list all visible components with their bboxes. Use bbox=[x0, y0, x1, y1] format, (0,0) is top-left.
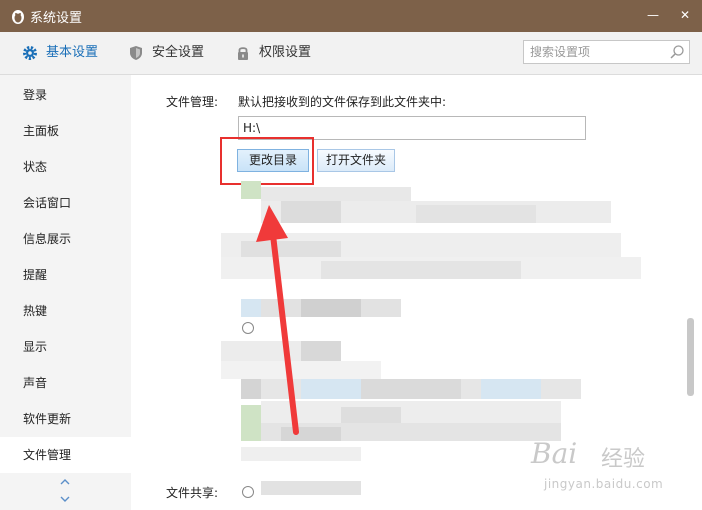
radio-option[interactable] bbox=[242, 486, 254, 498]
highlight-box bbox=[220, 137, 314, 185]
lock-icon bbox=[238, 47, 248, 60]
save-folder-description: 默认把接收到的文件保存到此文件夹中: bbox=[238, 95, 447, 109]
red-arrow-annotation bbox=[256, 205, 299, 435]
search-input[interactable] bbox=[530, 43, 660, 61]
chevron-down-icon[interactable] bbox=[58, 494, 72, 504]
watermark-brand-suffix: 经验 bbox=[601, 447, 646, 472]
gear-icon bbox=[23, 46, 37, 60]
tab-basic-settings[interactable]: 基本设置 bbox=[22, 32, 122, 74]
close-button[interactable]: ✕ bbox=[672, 4, 698, 26]
tab-security-settings-label: 安全设置 bbox=[152, 45, 205, 60]
watermark-url: jingyan.baidu.com bbox=[544, 477, 664, 491]
search-icon[interactable] bbox=[669, 44, 685, 60]
file-management-label: 文件管理: bbox=[166, 95, 219, 109]
sidebar-item-login[interactable]: 登录 bbox=[0, 77, 131, 113]
sidebar-item-file-management[interactable]: 文件管理 bbox=[0, 437, 131, 473]
tab-permission-settings-label: 权限设置 bbox=[259, 45, 312, 60]
tab-basic-settings-label: 基本设置 bbox=[46, 45, 99, 60]
sidebar-item-chat-window[interactable]: 会话窗口 bbox=[0, 185, 131, 221]
minimize-button[interactable]: — bbox=[640, 4, 666, 26]
sidebar-item-status[interactable]: 状态 bbox=[0, 149, 131, 185]
baidu-jingyan-watermark: Bai 经验 jingyan.baidu.com bbox=[531, 437, 701, 507]
penguin-icon bbox=[12, 10, 24, 24]
sidebar-item-info-display[interactable]: 信息展示 bbox=[0, 221, 131, 257]
watermark-brand: Bai bbox=[531, 437, 578, 470]
sidebar-item-display[interactable]: 显示 bbox=[0, 329, 131, 365]
file-sharing-label: 文件共享: bbox=[166, 486, 219, 500]
sidebar-item-software-update[interactable]: 软件更新 bbox=[0, 401, 131, 437]
window-title: 系统设置 bbox=[30, 11, 83, 26]
sidebar-item-main-panel[interactable]: 主面板 bbox=[0, 113, 131, 149]
search-box[interactable] bbox=[523, 40, 690, 64]
title-bar: 系统设置 — ✕ bbox=[0, 0, 702, 32]
sidebar: 登录 主面板 状态 会话窗口 信息展示 提醒 热键 显示 声音 软件更新 文件管… bbox=[0, 75, 131, 510]
tab-security-settings[interactable]: 安全设置 bbox=[128, 32, 228, 74]
sidebar-item-hotkeys[interactable]: 热键 bbox=[0, 293, 131, 329]
content-scrollbar[interactable] bbox=[687, 318, 694, 396]
chevron-up-icon[interactable] bbox=[58, 477, 72, 487]
tab-permission-settings[interactable]: 权限设置 bbox=[235, 32, 335, 74]
sidebar-item-sound[interactable]: 声音 bbox=[0, 365, 131, 401]
shield-icon bbox=[130, 46, 142, 60]
sidebar-item-reminders[interactable]: 提醒 bbox=[0, 257, 131, 293]
settings-content: 文件管理: 默认把接收到的文件保存到此文件夹中: 更改目录 打开文件夹 bbox=[131, 75, 702, 510]
open-folder-button[interactable]: 打开文件夹 bbox=[317, 149, 395, 172]
